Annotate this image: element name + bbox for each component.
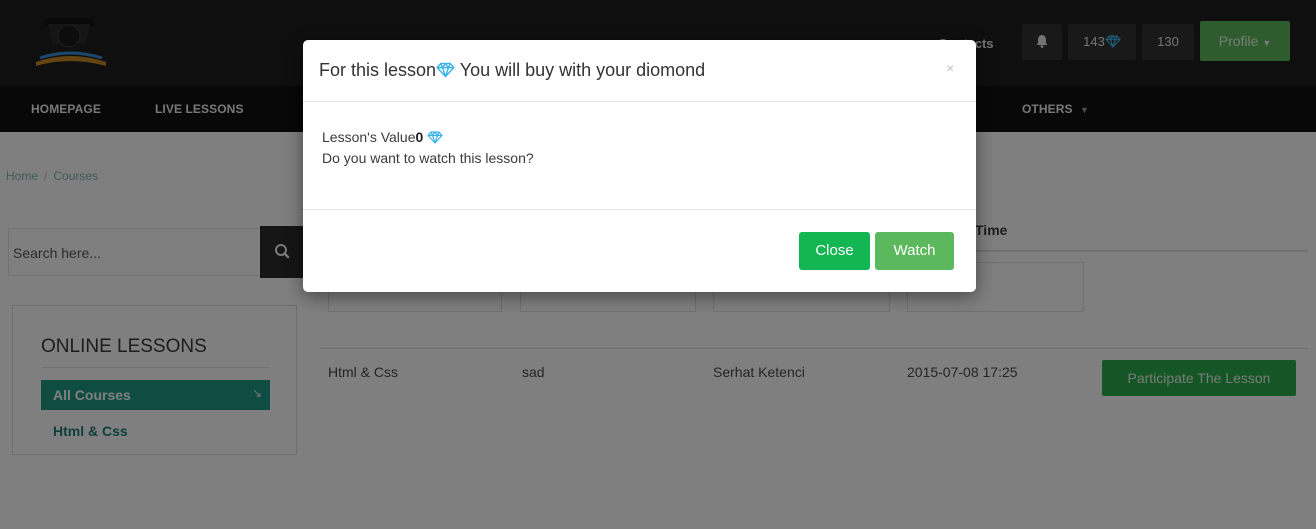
close-icon[interactable]: × [946,60,954,76]
modal-title-end: You will buy with your diomond [455,60,706,80]
lesson-value-amount: 0 [415,129,424,145]
modal-title: For this lesson You will buy with your d… [319,60,705,81]
modal-header-divider [303,101,976,102]
diamond-icon [436,62,455,78]
purchase-lesson-modal: For this lesson You will buy with your d… [303,40,976,292]
watch-question: Do you want to watch this lesson? [322,150,534,166]
modal-title-start: For this lesson [319,60,437,80]
lesson-value-line: Lesson's Value0 [322,129,443,145]
diamond-icon [427,131,443,144]
close-button[interactable]: Close [799,232,870,270]
modal-footer-divider [303,209,976,210]
watch-button[interactable]: Watch [875,232,954,270]
lesson-value-label: Lesson's Value [322,129,416,145]
